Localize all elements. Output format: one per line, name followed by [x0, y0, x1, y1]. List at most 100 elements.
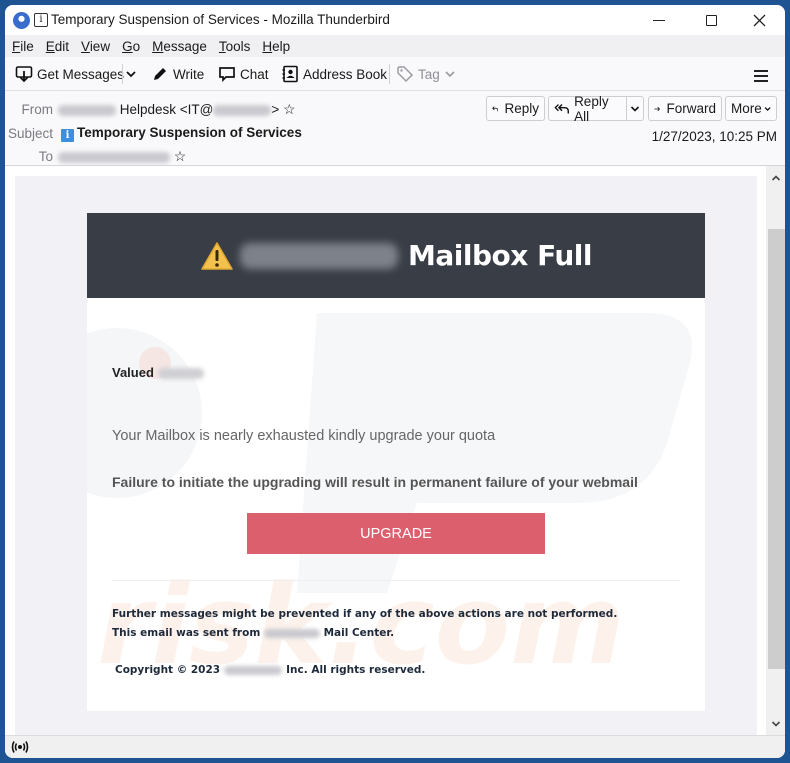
minimize-icon — [653, 19, 665, 21]
status-bar — [5, 735, 785, 758]
forward-button[interactable]: Forward — [648, 96, 722, 121]
get-messages-button[interactable]: Get Messages — [15, 64, 124, 84]
write-button[interactable]: Write — [151, 64, 204, 84]
chevron-down-icon — [445, 71, 455, 78]
window-title: Temporary Suspension of Services - Mozil… — [51, 12, 390, 27]
subject-text: Temporary Suspension of Services — [77, 125, 302, 140]
to-field[interactable]: ☆ — [58, 148, 186, 165]
redacted-domain — [213, 104, 272, 116]
from-field[interactable]: Helpdesk <IT@ > ☆ — [58, 101, 296, 118]
hamburger-menu-icon — [754, 70, 768, 72]
vertical-scrollbar[interactable] — [766, 166, 785, 736]
menu-file[interactable]: File — [12, 39, 34, 54]
copyright-suffix: Inc. All rights reserved. — [286, 664, 426, 676]
speech-bubble-icon — [219, 67, 235, 83]
scroll-down-button[interactable] — [766, 716, 785, 732]
copyright-prefix: Copyright © 2023 — [115, 664, 221, 676]
maximize-icon — [705, 14, 717, 26]
thunderbird-window: i Temporary Suspension of Services - Moz… — [5, 5, 785, 758]
tag-icon — [397, 66, 414, 83]
app-menu-button[interactable] — [754, 70, 768, 85]
forward-label: Forward — [666, 101, 716, 116]
chat-button[interactable]: Chat — [218, 64, 269, 84]
menu-edit-rest: dit — [54, 38, 70, 54]
message-pane: risk.com Mailbox Full Valued Your Mailbo… — [5, 165, 785, 736]
address-book-icon — [282, 65, 298, 83]
chevron-down-icon — [764, 106, 771, 111]
star-icon[interactable]: ☆ — [283, 101, 296, 117]
reply-label: Reply — [504, 101, 539, 116]
chevron-down-icon — [126, 71, 136, 78]
body-line-warning: Failure to initiate the upgrading will r… — [112, 474, 638, 490]
email-background: risk.com Mailbox Full Valued Your Mailbo… — [15, 176, 757, 736]
from-label: From — [21, 102, 54, 117]
menu-view-rest: iew — [89, 38, 111, 54]
menu-message[interactable]: Message — [152, 39, 207, 54]
scrollbar-thumb[interactable] — [768, 229, 785, 669]
write-label: Write — [173, 66, 205, 82]
redacted-brand — [240, 242, 399, 269]
more-label: More — [731, 101, 762, 116]
redacted-recipient — [58, 151, 170, 163]
email-body: risk.com Mailbox Full Valued Your Mailbo… — [87, 213, 705, 711]
chevron-up-icon — [771, 175, 780, 181]
hamburger-line — [754, 75, 768, 77]
address-book-label: Address Book — [303, 66, 388, 82]
email-banner: Mailbox Full — [87, 213, 705, 298]
watermark-magnifier — [87, 328, 202, 498]
more-button[interactable]: More — [725, 96, 777, 121]
banner-title: Mailbox Full — [408, 239, 592, 272]
activity-broadcast-icon[interactable] — [11, 739, 29, 755]
reply-all-dropdown[interactable] — [625, 97, 643, 120]
upgrade-button[interactable]: UPGRADE — [247, 513, 545, 554]
tag-label: Tag — [418, 66, 440, 82]
menu-file-rest: ile — [20, 38, 34, 54]
menu-go[interactable]: Go — [122, 39, 140, 54]
subject-label: Subject — [7, 126, 53, 141]
from-name: Helpdesk <IT@ — [119, 102, 214, 117]
info-icon: i — [61, 129, 74, 142]
menu-help[interactable]: Help — [262, 39, 290, 54]
toolbar-separator — [122, 64, 123, 84]
footer-warning: Further messages might be prevented if a… — [112, 608, 618, 620]
reply-all-label: Reply All — [574, 93, 609, 124]
minimize-button[interactable] — [636, 5, 682, 35]
message-date: 1/27/2023, 10:25 PM — [651, 129, 777, 144]
chevron-down-icon — [630, 105, 640, 112]
reply-all-button[interactable]: Reply All — [548, 93, 644, 124]
reply-all-icon — [554, 103, 569, 113]
redacted-sender — [58, 104, 116, 116]
menu-help-rest: elp — [272, 38, 291, 54]
menu-edit[interactable]: Edit — [46, 39, 69, 54]
menu-message-rest: essage — [163, 38, 207, 54]
scroll-up-button[interactable] — [766, 170, 785, 186]
close-icon — [753, 14, 765, 26]
footer-sender-suffix: Mail Center. — [323, 627, 395, 639]
info-icon: i — [34, 13, 48, 27]
reply-button[interactable]: Reply — [486, 96, 545, 121]
redacted-company — [224, 665, 283, 675]
redacted-name — [157, 368, 204, 380]
menu-tools[interactable]: Tools — [219, 39, 251, 54]
from-suffix: > — [271, 102, 280, 117]
forward-arrow-icon — [654, 106, 661, 111]
toolbar-separator — [389, 64, 390, 84]
hamburger-line — [754, 80, 768, 82]
get-messages-label: Get Messages — [37, 66, 125, 82]
address-book-button[interactable]: Address Book — [281, 64, 387, 84]
footer-sender-prefix: This email was sent from — [112, 627, 261, 639]
tag-button[interactable]: Tag — [396, 64, 456, 84]
menu-view[interactable]: View — [81, 39, 110, 54]
body-line-quota: Your Mailbox is nearly exhausted kindly … — [112, 428, 496, 444]
menu-bar: File Edit View Go Message Tools Help — [5, 35, 785, 57]
star-icon[interactable]: ☆ — [174, 148, 187, 164]
main-toolbar: Get Messages Write Chat Address Book Tag — [5, 57, 785, 90]
to-label: To — [38, 149, 53, 164]
chat-label: Chat — [240, 66, 269, 82]
thunderbird-app-icon — [13, 12, 30, 29]
redacted-domain — [263, 628, 320, 638]
close-button[interactable] — [736, 5, 782, 35]
pencil-icon — [154, 68, 166, 80]
maximize-button[interactable] — [688, 5, 734, 35]
get-messages-dropdown[interactable] — [125, 64, 137, 84]
